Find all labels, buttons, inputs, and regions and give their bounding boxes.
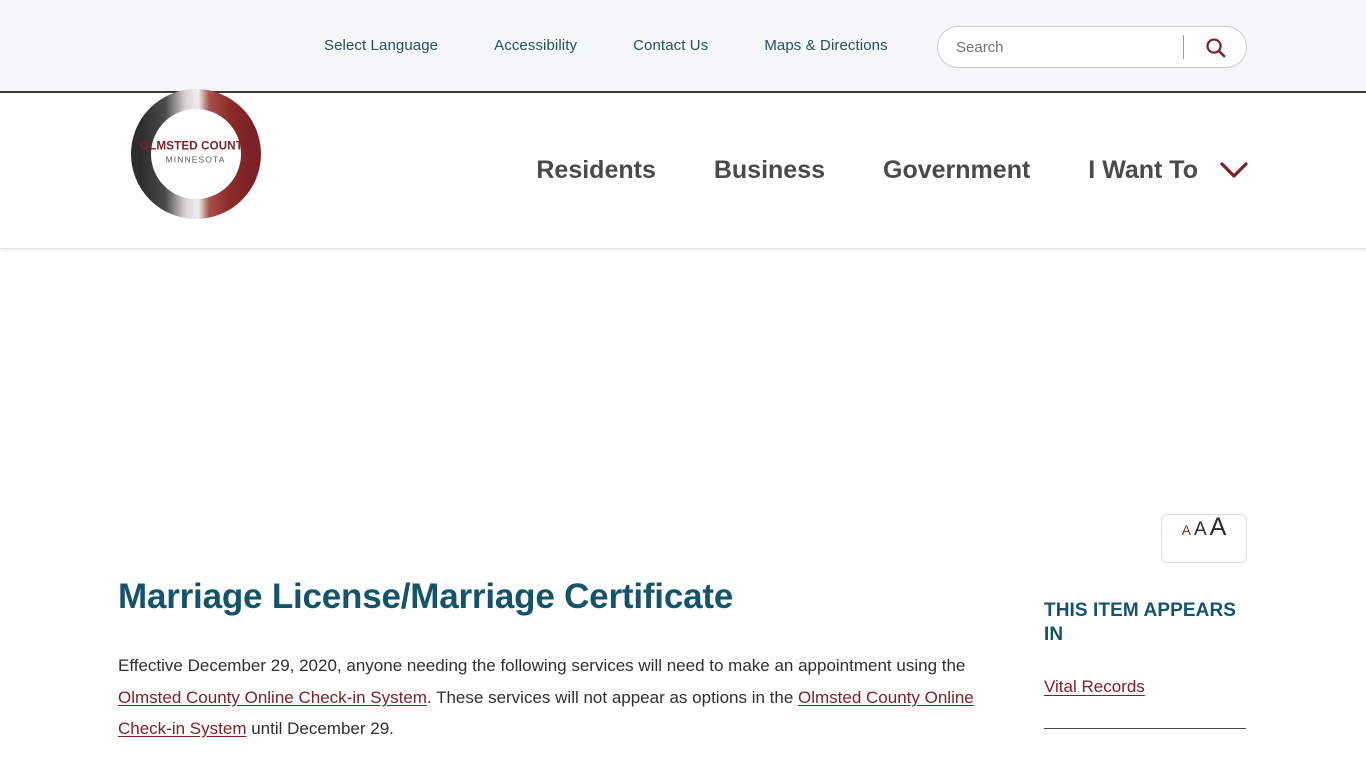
nav-item-i-want-to-label: I Want To xyxy=(1088,156,1198,184)
utility-nav: Select Language Accessibility Contact Us… xyxy=(296,37,916,54)
site-header: OLMSTED COUNTY MINNESOTA Residents Busin… xyxy=(0,88,1366,249)
utility-link-select-language[interactable]: Select Language xyxy=(296,37,466,54)
chevron-down-icon xyxy=(1220,162,1248,179)
search-submit-button[interactable] xyxy=(1184,27,1246,67)
primary-nav: Residents Business Government I Want To xyxy=(507,93,1248,248)
logo-state-text: MINNESOTA xyxy=(165,154,226,165)
search-input[interactable] xyxy=(938,27,1183,67)
utility-link-accessibility[interactable]: Accessibility xyxy=(466,37,605,54)
site-logo[interactable]: OLMSTED COUNTY MINNESOTA xyxy=(118,76,273,231)
logo-county-text: OLMSTED COUNTY xyxy=(140,140,251,153)
font-size-medium-button[interactable]: A xyxy=(1194,520,1207,539)
nav-item-business[interactable]: Business xyxy=(685,156,854,185)
utility-link-maps-directions[interactable]: Maps & Directions xyxy=(736,37,915,54)
sidebar-divider-1 xyxy=(1044,727,1246,729)
nav-item-government[interactable]: Government xyxy=(854,156,1059,185)
appears-in-heading: THIS ITEM APPEARS IN xyxy=(1044,600,1237,646)
utility-link-contact-us[interactable]: Contact Us xyxy=(605,37,736,54)
nav-item-residents[interactable]: Residents xyxy=(507,156,684,185)
font-size-small-button[interactable]: A xyxy=(1182,523,1191,537)
sidebar: THIS ITEM APPEARS IN Vital Records SHARE… xyxy=(1044,599,1248,768)
font-size-widget[interactable]: A A A xyxy=(1161,514,1247,563)
intro-text-1: Effective December 29, 2020, anyone need… xyxy=(118,656,966,676)
font-size-large-button[interactable]: A xyxy=(1210,515,1227,540)
page-title: Marriage License/Marriage Certificate xyxy=(118,577,734,616)
main-content: Marriage License/Marriage Certificate Ef… xyxy=(118,577,1006,768)
intro-paragraph: Effective December 29, 2020, anyone need… xyxy=(118,650,1006,745)
nav-item-i-want-to[interactable]: I Want To xyxy=(1059,156,1248,185)
search-box[interactable] xyxy=(937,26,1247,68)
sidebar-link-vital-records[interactable]: Vital Records xyxy=(1044,677,1145,697)
intro-text-2: . These services will not appear as opti… xyxy=(426,687,799,707)
link-online-checkin-system-1[interactable]: Olmsted County Online Check-in System xyxy=(118,688,427,707)
intro-text-3: until December 29. xyxy=(246,719,394,739)
search-icon xyxy=(1205,37,1225,57)
